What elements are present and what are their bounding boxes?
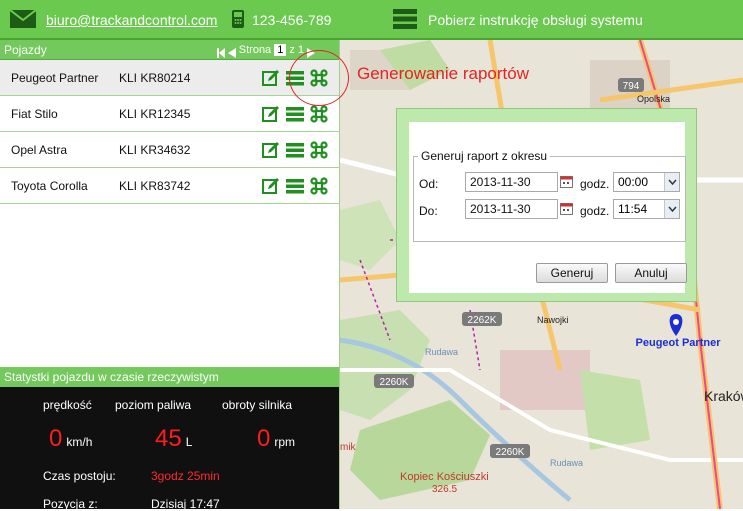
to-time-value: 11:54 <box>618 202 648 216</box>
rpm-unit: rpm <box>274 435 296 449</box>
report-period-legend: Generuj raport z okresu <box>421 149 548 163</box>
to-date-input[interactable]: 2013-11-30 <box>465 199 558 219</box>
vehicles-header: Pojazdy Strona 1 z 1 <box>0 40 339 60</box>
map-label: 326.5 <box>432 484 457 495</box>
vehicle-row[interactable]: Toyota Corolla KLI KR83742 <box>0 168 339 204</box>
vehicle-actions <box>262 105 328 123</box>
from-date-input[interactable]: 2013-11-30 <box>465 172 558 192</box>
left-panel: Pojazdy Strona 1 z 1 Peugeot Partner KLI … <box>0 40 340 511</box>
pager-label: Strona <box>238 44 272 56</box>
list-icon[interactable] <box>286 141 304 159</box>
route-badge: 2260K <box>374 374 414 388</box>
calendar-icon[interactable] <box>560 202 573 215</box>
map-label: 2260K <box>380 377 409 388</box>
vehicle-name: Toyota Corolla <box>11 179 88 193</box>
map-label: 2260K <box>496 447 525 458</box>
route-badge: 794 <box>618 78 644 92</box>
idle-value: 3godz 25min <box>151 469 220 483</box>
vehicles-title: Pojazdy <box>4 43 47 57</box>
report-command-icon[interactable] <box>310 177 328 195</box>
marker-label: Peugeot Partner <box>636 337 722 349</box>
dialog-body: Generuj raport z okresu Od: 2013-11-30 g… <box>409 122 687 293</box>
from-time-value: 00:00 <box>618 175 649 189</box>
vehicle-row[interactable]: Opel Astra KLI KR34632 <box>0 132 339 168</box>
report-command-icon[interactable] <box>310 141 328 159</box>
fuel-readout: 45 L <box>155 425 192 453</box>
list-icon <box>393 8 417 32</box>
envelope-icon <box>9 8 37 31</box>
vehicle-plate: KLI KR12345 <box>119 107 191 121</box>
vehicle-plate: KLI KR80214 <box>119 71 191 85</box>
vehicle-actions <box>262 141 328 159</box>
email-text[interactable]: biuro@trackandcontrol.com <box>46 12 217 28</box>
vehicle-plate: KLI KR34632 <box>119 143 191 157</box>
list-icon[interactable] <box>286 177 304 195</box>
vehicle-name: Fiat Stilo <box>11 107 58 121</box>
manual-text[interactable]: Pobierz instrukcję obsługi systemu <box>428 12 643 28</box>
from-time-label: godz. <box>580 177 610 191</box>
map-label: mik <box>340 442 357 453</box>
phone-icon <box>232 9 244 31</box>
stats-header: Statystki pojazdu w czasie rzeczywistym <box>0 367 339 387</box>
report-period-fieldset: Generuj raport z okresu Od: 2013-11-30 g… <box>413 149 686 242</box>
edit-icon[interactable] <box>262 177 280 195</box>
vehicle-plate: KLI KR83742 <box>119 179 191 193</box>
map-label: Nawojki <box>537 315 569 325</box>
generate-button[interactable]: Generuj <box>536 263 608 283</box>
to-time-label: godz. <box>580 204 610 218</box>
phone-info: 123-456-789 <box>232 0 331 40</box>
annotation-text: Generowanie raportów <box>357 64 529 83</box>
fuel-label: poziom paliwa <box>115 398 192 412</box>
fuel-unit: L <box>185 435 193 449</box>
edit-icon[interactable] <box>262 141 280 159</box>
route-badge: 2260K <box>490 444 530 458</box>
highlight-circle <box>289 50 349 106</box>
map-label: 2262K <box>468 315 497 326</box>
calendar-icon[interactable] <box>560 175 573 188</box>
to-label: Do: <box>419 204 438 218</box>
prev-page-icon[interactable] <box>227 45 236 58</box>
speed-label: prędkość <box>43 398 92 412</box>
manual-link[interactable]: Pobierz instrukcję obsługi systemu <box>393 0 643 40</box>
email-link[interactable]: biuro@trackandcontrol.com <box>9 0 217 40</box>
rpm-label: obroty silnika <box>222 398 293 412</box>
map-label: 794 <box>623 81 640 92</box>
map-label: Opolska <box>637 94 670 104</box>
vehicle-name: Peugeot Partner <box>11 71 99 85</box>
top-bar: biuro@trackandcontrol.com 123-456-789 Po… <box>0 0 743 40</box>
chevron-down-icon <box>664 200 679 218</box>
rpm-value: 0 <box>257 425 271 452</box>
idle-label: Czas postoju: <box>43 469 116 483</box>
map-label: Rudawa <box>425 347 458 357</box>
speed-readout: 0 km/h <box>49 425 92 453</box>
to-time-select[interactable]: 11:54 <box>613 199 680 219</box>
edit-icon[interactable] <box>262 69 280 87</box>
vehicle-name: Opel Astra <box>11 143 68 157</box>
stats-panel: prędkość poziom paliwa obroty silnika 0k… <box>0 387 339 511</box>
report-dialog: Generuj raport z okresu Od: 2013-11-30 g… <box>396 108 697 302</box>
rpm-readout: 0 rpm <box>257 425 295 453</box>
edit-icon[interactable] <box>262 105 280 123</box>
chevron-down-icon <box>664 173 679 191</box>
map-label: Kopiec Kościuszki <box>400 471 489 483</box>
fuel-value: 45 <box>155 425 182 452</box>
route-badge: 2262K <box>462 312 502 326</box>
vehicle-row[interactable]: Fiat Stilo KLI KR12345 <box>0 96 339 132</box>
list-icon[interactable] <box>286 105 304 123</box>
page-number-input[interactable]: 1 <box>274 44 287 56</box>
from-label: Od: <box>419 177 439 191</box>
vehicle-list: Peugeot Partner KLI KR80214 Fiat Stilo KLI … <box>0 60 339 204</box>
map-label: Kraków <box>704 388 743 404</box>
report-command-icon[interactable] <box>310 105 328 123</box>
speed-value: 0 <box>49 425 63 452</box>
phone-text: 123-456-789 <box>252 12 332 28</box>
speed-unit: km/h <box>66 435 93 449</box>
cancel-button[interactable]: Anuluj <box>615 263 687 283</box>
first-page-icon[interactable] <box>216 45 225 58</box>
from-time-select[interactable]: 00:00 <box>613 172 680 192</box>
vehicle-actions <box>262 177 328 195</box>
map-label: Rudawa <box>550 458 583 468</box>
